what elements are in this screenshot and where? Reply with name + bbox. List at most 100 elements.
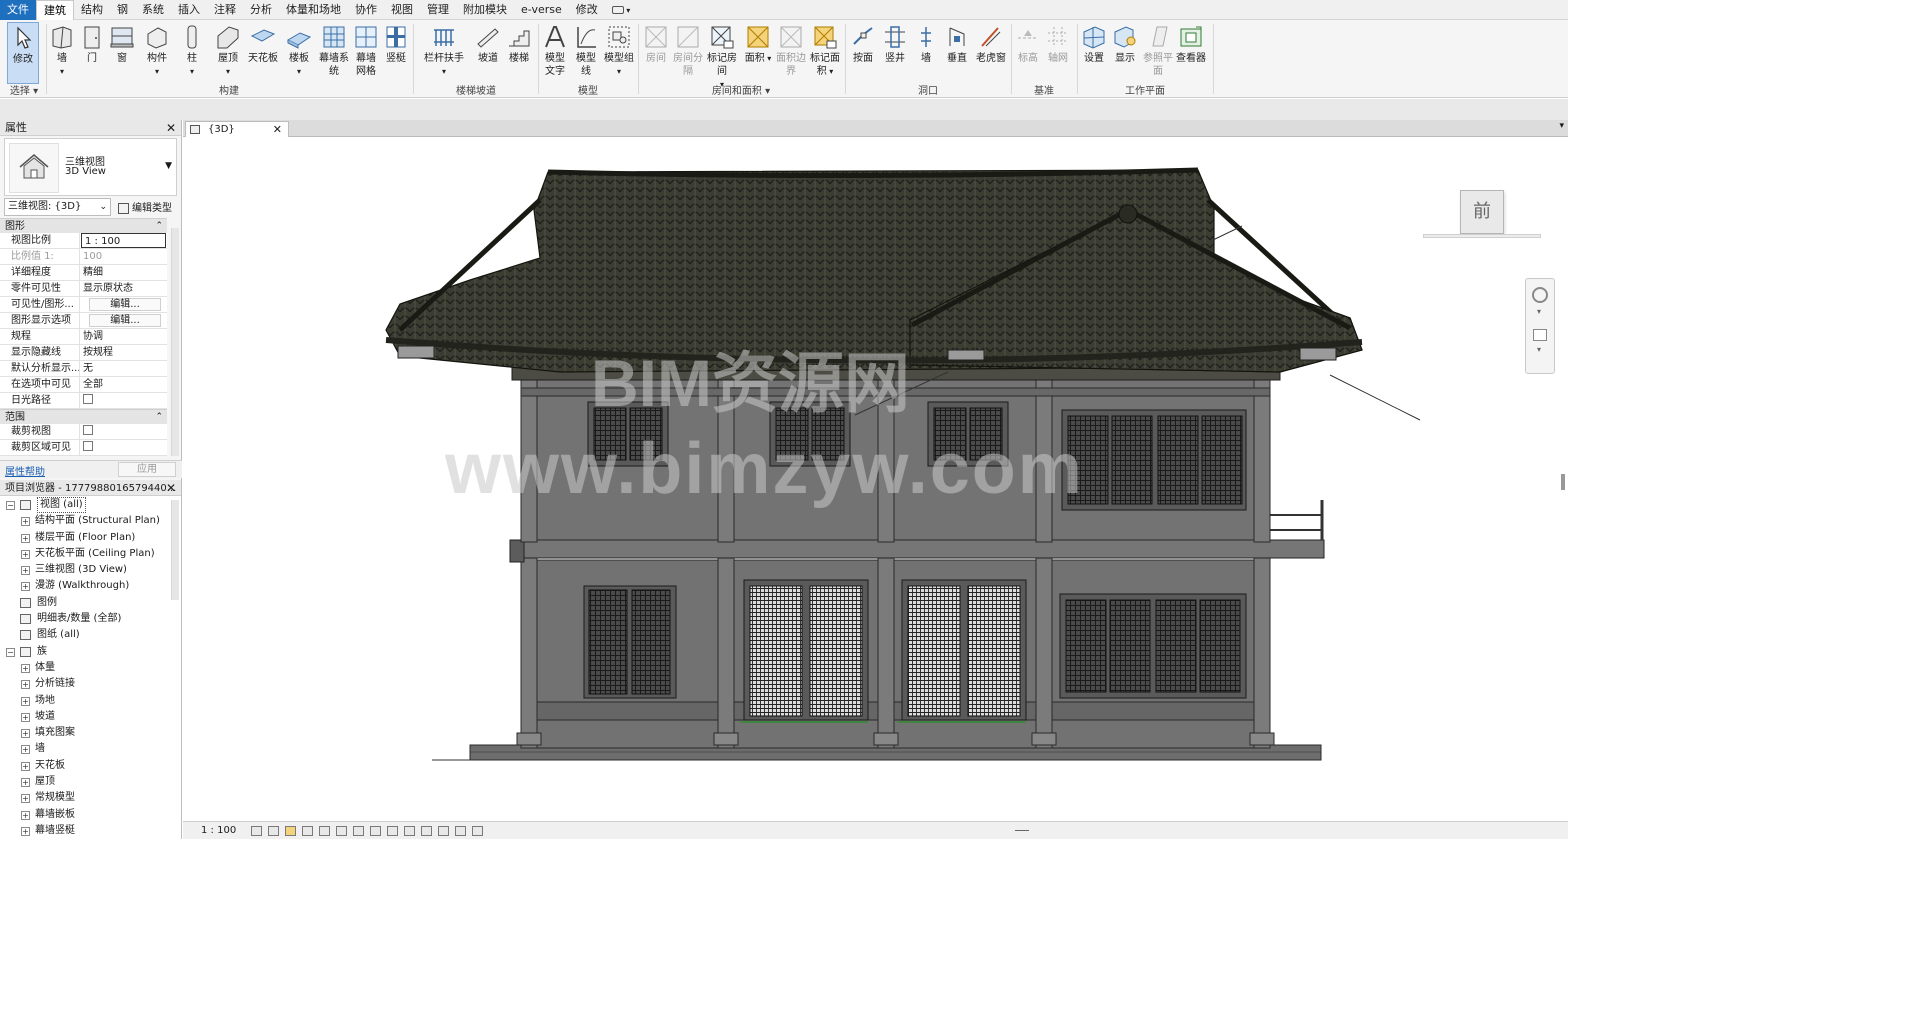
collapse-icon[interactable]: − bbox=[6, 501, 15, 510]
tab-addins[interactable]: 附加模块 bbox=[456, 0, 514, 20]
ribbon-options-dropdown[interactable]: ▾ bbox=[605, 0, 638, 20]
type-selector[interactable]: 三维视图 3D View ▼ bbox=[4, 138, 177, 196]
canvas-scroll-marker[interactable] bbox=[1561, 474, 1565, 490]
prop-row-detail-level[interactable]: 详细程度 精细 bbox=[0, 265, 167, 281]
vertical-opening-button[interactable]: 垂直 bbox=[942, 22, 972, 84]
ref-plane-button[interactable]: 参照平面 bbox=[1142, 22, 1174, 84]
prop-row-analysis-display[interactable]: 默认分析显示... 无 bbox=[0, 361, 167, 377]
expand-icon[interactable]: + bbox=[21, 729, 30, 739]
door-button[interactable]: 门 bbox=[79, 22, 105, 84]
tag-room-button[interactable]: 标记房间 ▾ bbox=[706, 22, 738, 89]
tree-item[interactable]: 图例 bbox=[0, 595, 170, 611]
highlight-displacement-icon[interactable] bbox=[455, 826, 466, 836]
section-extents[interactable]: 范围 ⌃ bbox=[0, 409, 167, 424]
detail-level-icon[interactable] bbox=[251, 826, 262, 836]
tree-item[interactable]: − 族 bbox=[0, 644, 170, 660]
sun-path-icon[interactable] bbox=[285, 826, 296, 836]
close-icon[interactable]: ✕ bbox=[273, 122, 282, 137]
close-icon[interactable]: ✕ bbox=[166, 120, 176, 136]
crop-view-checkbox[interactable] bbox=[83, 425, 93, 435]
sun-path-checkbox[interactable] bbox=[83, 394, 93, 404]
instance-selector[interactable]: 三维视图: {3D} ⌄ bbox=[4, 198, 111, 216]
expand-icon[interactable]: + bbox=[21, 680, 30, 690]
expand-icon[interactable]: + bbox=[21, 696, 30, 706]
floor-button[interactable]: 楼板 ▾ bbox=[284, 22, 314, 84]
tree-item[interactable]: + 墙 bbox=[0, 741, 170, 757]
window-button[interactable]: 窗 bbox=[108, 22, 136, 84]
expand-icon[interactable]: + bbox=[21, 810, 30, 820]
tab-modify[interactable]: 修改 bbox=[569, 0, 605, 20]
collapse-icon[interactable]: − bbox=[6, 647, 15, 657]
expand-icon[interactable]: + bbox=[21, 745, 30, 755]
prop-row-visible-in-option[interactable]: 在选项中可见 全部 bbox=[0, 377, 167, 393]
crop-view-icon[interactable] bbox=[336, 826, 347, 836]
roof-button[interactable]: 屋顶 ▾ bbox=[211, 22, 245, 84]
properties-help-link[interactable]: 属性帮助 bbox=[5, 463, 45, 478]
tree-item[interactable]: + 分析链接 bbox=[0, 676, 170, 692]
steering-wheel-icon[interactable] bbox=[1532, 287, 1548, 303]
graphic-display-edit-button[interactable]: 编辑... bbox=[89, 314, 161, 327]
lock-view-icon[interactable] bbox=[370, 826, 381, 836]
apply-button[interactable]: 应用 bbox=[118, 462, 176, 477]
show-constraints-icon[interactable] bbox=[472, 826, 483, 836]
tree-item[interactable]: + 天花板平面 (Ceiling Plan) bbox=[0, 546, 170, 562]
tree-item[interactable]: + 填充图案 bbox=[0, 725, 170, 741]
3d-view-canvas[interactable]: BIM资源网 www.bimzyw.com 前 ▾ ▾ bbox=[183, 138, 1568, 821]
group-select[interactable]: 选择 ▾ bbox=[4, 82, 44, 97]
model-line-button[interactable]: 模型线 bbox=[572, 22, 600, 84]
model-group-button[interactable]: 模型组 ▾ bbox=[604, 22, 634, 84]
chevron-down-icon[interactable]: ▾ bbox=[1559, 121, 1564, 131]
component-button[interactable]: 构件 ▾ bbox=[140, 22, 174, 84]
tab-structure[interactable]: 结构 bbox=[74, 0, 110, 20]
expand-icon[interactable]: + bbox=[21, 712, 30, 722]
tree-item[interactable]: 图纸 (all) bbox=[0, 627, 170, 643]
hide-isolate-icon[interactable] bbox=[387, 826, 398, 836]
tree-item[interactable]: − 视图 (all) bbox=[0, 497, 170, 513]
modify-button[interactable]: 修改 bbox=[7, 22, 39, 84]
tab-manage[interactable]: 管理 bbox=[420, 0, 456, 20]
tree-item[interactable]: + 结构平面 (Structural Plan) bbox=[0, 513, 170, 529]
tree-item[interactable]: + 三维视图 (3D View) bbox=[0, 562, 170, 578]
shaft-button[interactable]: 竖井 bbox=[880, 22, 910, 84]
tab-analyze[interactable]: 分析 bbox=[243, 0, 279, 20]
tab-annotate[interactable]: 注释 bbox=[207, 0, 243, 20]
tree-item[interactable]: + 体量 bbox=[0, 660, 170, 676]
viewer-button[interactable]: 查看器 bbox=[1174, 22, 1208, 84]
set-workplane-button[interactable]: 设置 bbox=[1080, 22, 1108, 84]
expand-icon[interactable]: + bbox=[21, 761, 30, 771]
render-icon[interactable] bbox=[319, 826, 330, 836]
tree-item[interactable]: + 楼层平面 (Floor Plan) bbox=[0, 530, 170, 546]
view-scale-input[interactable]: 1 : 100 bbox=[81, 233, 166, 248]
room-separator-button[interactable]: 房间分隔 bbox=[673, 22, 703, 84]
tab-systems[interactable]: 系统 bbox=[135, 0, 171, 20]
tab-steel[interactable]: 钢 bbox=[110, 0, 135, 20]
analytical-model-icon[interactable] bbox=[438, 826, 449, 836]
area-boundary-button[interactable]: 面积边界 bbox=[776, 22, 806, 84]
tree-item[interactable]: + 幕墙嵌板 bbox=[0, 807, 170, 823]
browser-scrollbar[interactable] bbox=[171, 500, 179, 600]
expand-icon[interactable]: + bbox=[21, 517, 30, 527]
visual-style-icon[interactable] bbox=[268, 826, 279, 836]
tree-item[interactable]: + 屋顶 bbox=[0, 774, 170, 790]
crop-region-visible-checkbox[interactable] bbox=[83, 441, 93, 451]
expand-icon[interactable]: + bbox=[21, 566, 30, 576]
tree-item[interactable]: + 天花板 bbox=[0, 758, 170, 774]
shadows-icon[interactable] bbox=[302, 826, 313, 836]
area-button[interactable]: 面积 ▾ bbox=[742, 22, 774, 84]
curtain-system-button[interactable]: 幕墙系统 bbox=[318, 22, 350, 84]
tree-item[interactable]: + 漫游 (Walkthrough) bbox=[0, 578, 170, 594]
expand-icon[interactable]: + bbox=[21, 826, 30, 836]
tab-collaborate[interactable]: 协作 bbox=[348, 0, 384, 20]
tab-3d-view[interactable]: {3D} ✕ bbox=[185, 121, 289, 137]
chevron-down-icon[interactable]: ▾ bbox=[1537, 345, 1541, 354]
zoom-icon[interactable] bbox=[1533, 329, 1547, 341]
group-room-area[interactable]: 房间和面积 ▾ bbox=[641, 82, 841, 97]
model-text-button[interactable]: 模型文字 bbox=[541, 22, 569, 84]
temporary-view-icon[interactable] bbox=[421, 826, 432, 836]
tab-insert[interactable]: 插入 bbox=[171, 0, 207, 20]
column-button[interactable]: 柱 ▾ bbox=[178, 22, 206, 84]
room-button[interactable]: 房间 bbox=[641, 22, 671, 84]
show-workplane-button[interactable]: 显示 bbox=[1110, 22, 1140, 84]
stair-button[interactable]: 楼梯 bbox=[505, 22, 533, 84]
show-crop-icon[interactable] bbox=[353, 826, 364, 836]
